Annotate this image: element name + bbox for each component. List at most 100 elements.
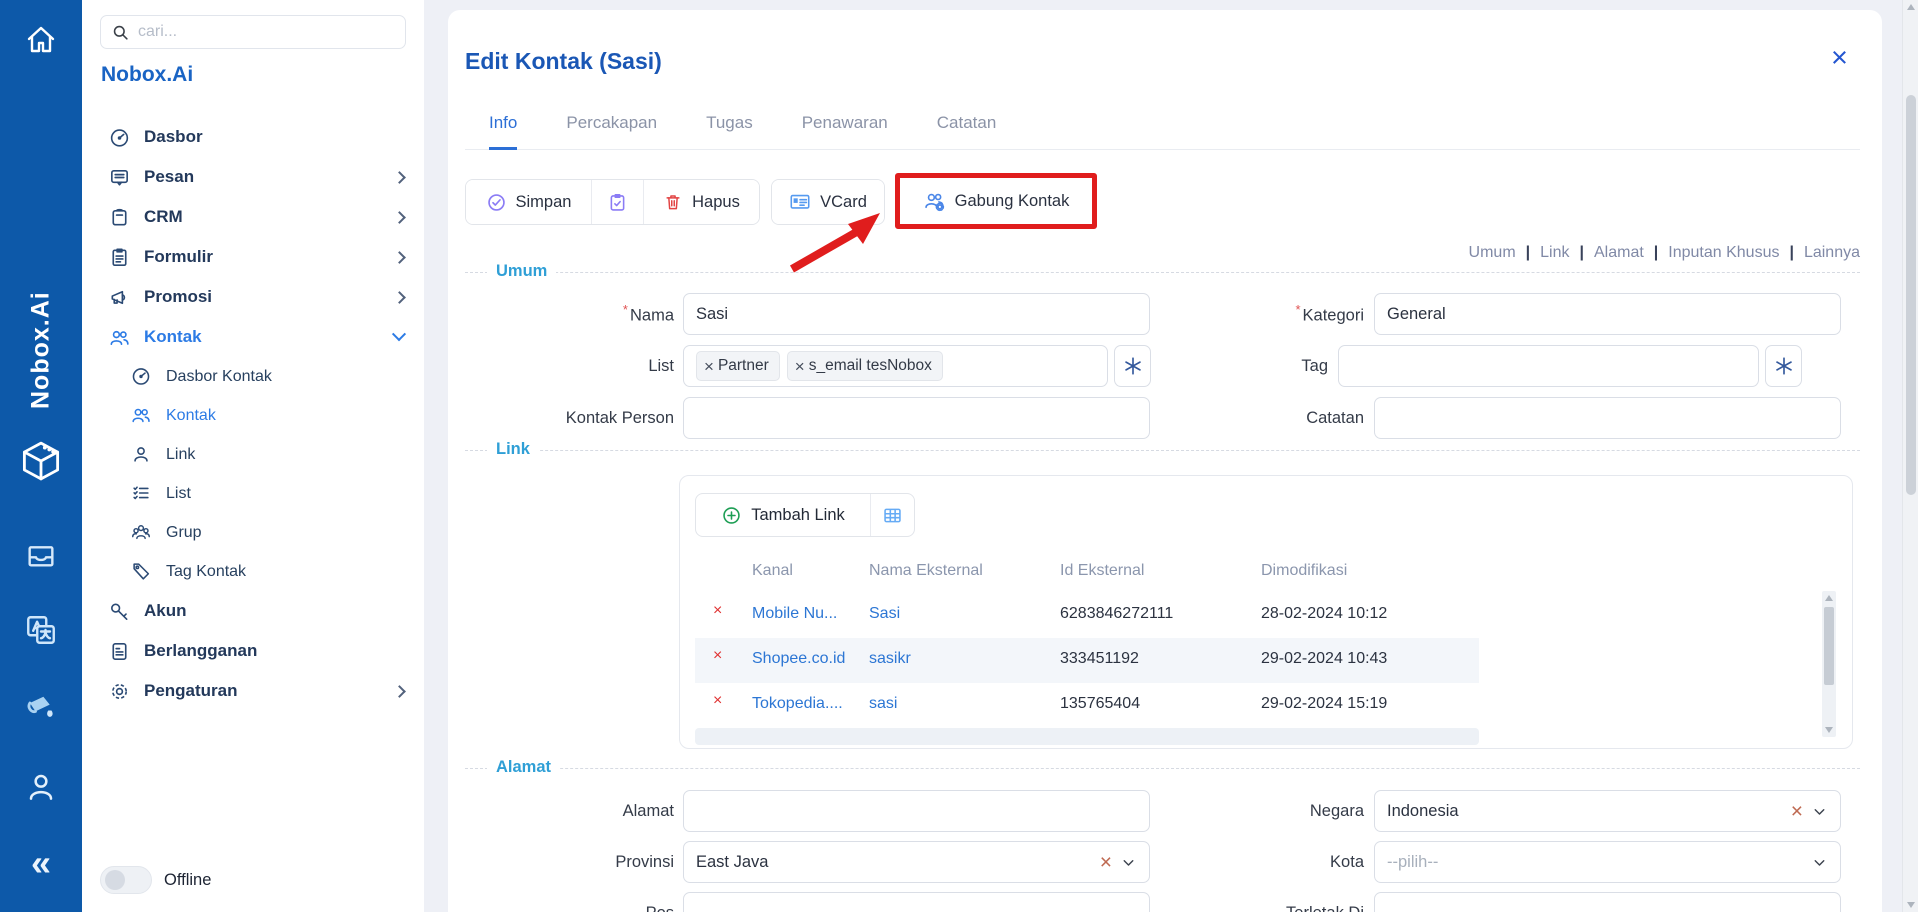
tag-picker-button[interactable] bbox=[1765, 345, 1802, 387]
clipboard-check-icon bbox=[607, 192, 628, 213]
tab-tugas[interactable]: Tugas bbox=[706, 113, 753, 150]
sidebar-item-pesan[interactable]: Pesan bbox=[82, 157, 424, 197]
table-view-button[interactable] bbox=[870, 494, 914, 536]
sidebar-item-dasbor-kontak[interactable]: Dasbor Kontak bbox=[82, 357, 424, 396]
sidebar-item-pengaturan[interactable]: Pengaturan bbox=[82, 671, 424, 711]
tab-penawaran[interactable]: Penawaran bbox=[802, 113, 888, 150]
offline-toggle[interactable] bbox=[100, 866, 152, 894]
delete-button[interactable]: Hapus bbox=[643, 180, 759, 224]
sidebar-item-formulir[interactable]: Formulir bbox=[82, 237, 424, 277]
page-scrollbar-thumb[interactable] bbox=[1906, 95, 1916, 495]
sidebar-item-list[interactable]: List bbox=[82, 474, 424, 513]
list-picker-button[interactable] bbox=[1114, 345, 1151, 387]
scroll-down-icon[interactable] bbox=[1907, 902, 1915, 908]
add-link-group: Tambah Link bbox=[695, 493, 915, 537]
sidebar-item-dasbor[interactable]: Dasbor bbox=[82, 117, 424, 157]
nama-field[interactable]: Sasi bbox=[683, 293, 1150, 335]
cube-logo-icon[interactable] bbox=[0, 438, 82, 484]
kategori-value: General bbox=[1387, 305, 1446, 324]
form-icon bbox=[108, 246, 131, 269]
paint-bucket-icon[interactable] bbox=[0, 688, 82, 726]
save-button[interactable]: Simpan bbox=[466, 180, 591, 224]
table-scrollbar[interactable] bbox=[1822, 591, 1836, 737]
sidebar-item-tag-kontak[interactable]: Tag Kontak bbox=[82, 552, 424, 591]
list-chip[interactable]: ×Partner bbox=[696, 351, 780, 381]
kanal-link[interactable]: Mobile Nu... bbox=[752, 605, 837, 623]
translate-icon[interactable] bbox=[0, 612, 82, 648]
kanal-link[interactable]: Tokopedia.... bbox=[752, 695, 843, 713]
list-chip[interactable]: ×s_email tesNobox bbox=[787, 351, 943, 381]
tab-info[interactable]: Info bbox=[489, 113, 517, 150]
anchor-umum[interactable]: Umum bbox=[1469, 244, 1516, 262]
sidebar-item-kontak-sub[interactable]: Kontak bbox=[82, 396, 424, 435]
chevron-down-icon[interactable] bbox=[1811, 803, 1828, 820]
pos-field[interactable] bbox=[683, 892, 1150, 912]
delete-row-icon[interactable]: × bbox=[713, 647, 722, 665]
kota-select[interactable]: --pilih-- bbox=[1374, 841, 1841, 883]
anchor-lainnya[interactable]: Lainnya bbox=[1804, 244, 1860, 262]
key-icon bbox=[108, 600, 131, 623]
user-icon[interactable] bbox=[0, 770, 82, 802]
negara-value: Indonesia bbox=[1387, 802, 1459, 821]
catatan-field[interactable] bbox=[1374, 397, 1841, 439]
tab-catatan[interactable]: Catatan bbox=[937, 113, 997, 150]
delete-row-icon[interactable]: × bbox=[713, 602, 722, 620]
provinsi-select[interactable]: East Java × bbox=[683, 841, 1150, 883]
inbox-icon[interactable] bbox=[0, 540, 82, 572]
sidebar-item-label: Dasbor bbox=[144, 127, 404, 147]
clipboard-check-button[interactable] bbox=[591, 180, 643, 224]
close-icon[interactable]: × bbox=[1831, 44, 1848, 73]
kontak-person-field[interactable] bbox=[683, 397, 1150, 439]
sidebar-item-kontak[interactable]: Kontak bbox=[82, 317, 424, 357]
chevron-down-icon[interactable] bbox=[1120, 854, 1137, 871]
sidebar-item-grup[interactable]: Grup bbox=[82, 513, 424, 552]
sidebar-item-link[interactable]: Link bbox=[82, 435, 424, 474]
sidebar-search[interactable] bbox=[100, 15, 406, 49]
anchor-link[interactable]: Link bbox=[1540, 244, 1569, 262]
tab-percakapan[interactable]: Percakapan bbox=[566, 113, 657, 150]
sidebar-item-berlangganan[interactable]: Berlangganan bbox=[82, 631, 424, 671]
scroll-up-icon[interactable] bbox=[1907, 4, 1915, 10]
anchor-separator: | bbox=[1654, 244, 1658, 262]
kategori-field[interactable]: General bbox=[1374, 293, 1841, 335]
scroll-down-icon[interactable] bbox=[1825, 727, 1833, 733]
anchor-alamat[interactable]: Alamat bbox=[1594, 244, 1644, 262]
scrollbar-thumb[interactable] bbox=[1824, 607, 1834, 685]
tag-field[interactable] bbox=[1338, 345, 1759, 387]
home-icon[interactable] bbox=[0, 22, 82, 58]
annotation-arrow bbox=[778, 203, 898, 275]
delete-row-icon[interactable]: × bbox=[713, 692, 722, 710]
clear-icon[interactable]: × bbox=[1100, 852, 1112, 873]
nama-eksternal-link[interactable]: sasikr bbox=[869, 650, 911, 668]
sidebar-item-label: Grup bbox=[166, 524, 404, 542]
anchor-inputan-khusus[interactable]: Inputan Khusus bbox=[1668, 244, 1779, 262]
chip-remove-icon[interactable]: × bbox=[795, 358, 805, 375]
add-link-button[interactable]: Tambah Link bbox=[696, 494, 870, 536]
search-input[interactable] bbox=[138, 23, 395, 41]
horizontal-scrollbar[interactable] bbox=[695, 728, 1479, 745]
id-eksternal-cell: 6283846272111 bbox=[1060, 605, 1173, 623]
chevron-right-icon bbox=[393, 251, 406, 264]
collapse-sidebar-icon[interactable]: « bbox=[0, 845, 82, 881]
section-alamat-label: Alamat bbox=[487, 758, 560, 777]
chevron-down-icon bbox=[392, 327, 406, 341]
sidebar-item-crm[interactable]: CRM bbox=[82, 197, 424, 237]
negara-select[interactable]: Indonesia × bbox=[1374, 790, 1841, 832]
dashboard-icon bbox=[130, 365, 153, 388]
sidebar-item-promosi[interactable]: Promosi bbox=[82, 277, 424, 317]
dimodifikasi-cell: 28-02-2024 10:12 bbox=[1261, 605, 1387, 623]
clear-icon[interactable]: × bbox=[1791, 801, 1803, 822]
nama-eksternal-link[interactable]: Sasi bbox=[869, 605, 900, 623]
chevron-down-icon[interactable] bbox=[1811, 854, 1828, 871]
scroll-up-icon[interactable] bbox=[1825, 595, 1833, 601]
alamat-field[interactable] bbox=[683, 790, 1150, 832]
merge-contact-button[interactable]: Gabung Kontak bbox=[923, 190, 1070, 213]
list-field[interactable]: ×Partner ×s_email tesNobox bbox=[683, 345, 1108, 387]
col-header-nama-eksternal: Nama Eksternal bbox=[869, 562, 983, 580]
page-scrollbar[interactable] bbox=[1902, 0, 1918, 912]
nama-eksternal-link[interactable]: sasi bbox=[869, 695, 897, 713]
sidebar-item-akun[interactable]: Akun bbox=[82, 591, 424, 631]
kanal-link[interactable]: Shopee.co.id bbox=[752, 650, 845, 668]
chip-remove-icon[interactable]: × bbox=[704, 358, 714, 375]
terletak-di-field[interactable] bbox=[1374, 892, 1841, 912]
